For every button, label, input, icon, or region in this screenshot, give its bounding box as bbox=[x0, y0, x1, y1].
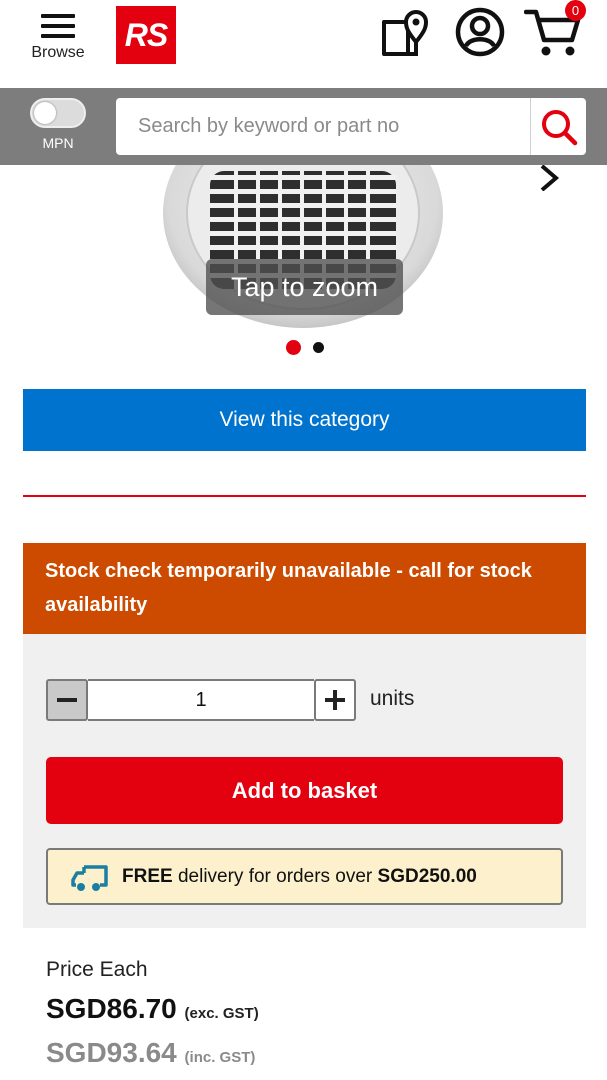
view-category-button[interactable]: View this category bbox=[23, 389, 586, 451]
add-to-basket-button[interactable]: Add to basket bbox=[46, 757, 563, 824]
mpn-toggle-label: MPN bbox=[42, 135, 74, 151]
browse-label: Browse bbox=[31, 44, 85, 61]
tap-to-zoom-tooltip: Tap to zoom bbox=[206, 259, 403, 315]
price-inc-gst: SGD93.64 (inc. GST) bbox=[46, 1037, 255, 1069]
units-label: units bbox=[370, 687, 415, 710]
delivery-threshold: SGD250.00 bbox=[377, 865, 477, 887]
minus-icon bbox=[57, 698, 77, 702]
logo-text: RS bbox=[124, 16, 168, 53]
toggle-knob bbox=[34, 102, 56, 124]
top-header: Browse RS 0 bbox=[0, 0, 607, 88]
purchase-panel: units Add to basket FREE delivery for or… bbox=[23, 634, 586, 928]
product-image-carousel[interactable]: Tap to zoom bbox=[0, 165, 607, 380]
search-button[interactable] bbox=[530, 98, 586, 155]
search-bar: MPN bbox=[0, 88, 607, 165]
price-exc-note: (exc. GST) bbox=[184, 1005, 259, 1022]
quantity-input[interactable] bbox=[88, 679, 314, 721]
store-locator-icon[interactable] bbox=[378, 6, 432, 60]
plus-icon bbox=[325, 690, 345, 710]
search-input[interactable] bbox=[116, 98, 530, 155]
mpn-toggle[interactable] bbox=[30, 98, 86, 128]
account-icon[interactable] bbox=[454, 6, 506, 58]
browse-menu-button[interactable]: Browse bbox=[24, 10, 92, 62]
delivery-truck-icon bbox=[71, 864, 108, 891]
free-delivery-notice: FREE delivery for orders over SGD250.00 bbox=[46, 848, 563, 905]
menu-icon bbox=[41, 14, 75, 38]
price-exc-gst: SGD86.70 (exc. GST) bbox=[46, 993, 259, 1025]
delivery-text: FREE delivery for orders over SGD250.00 bbox=[122, 866, 477, 888]
quantity-increase-button[interactable] bbox=[314, 679, 356, 721]
price-exc-value: SGD86.70 bbox=[46, 993, 177, 1024]
cart-count-badge: 0 bbox=[565, 0, 586, 21]
carousel-dot-active[interactable] bbox=[286, 340, 301, 355]
search-icon bbox=[541, 109, 577, 145]
rs-logo[interactable]: RS bbox=[116, 6, 176, 64]
carousel-next-arrow[interactable] bbox=[536, 165, 562, 191]
carousel-dot[interactable] bbox=[313, 342, 324, 353]
section-divider bbox=[23, 495, 586, 497]
delivery-free-label: FREE bbox=[122, 865, 173, 887]
price-inc-note: (inc. GST) bbox=[184, 1049, 256, 1066]
delivery-middle-text: delivery for orders over bbox=[172, 865, 378, 887]
quantity-decrease-button[interactable] bbox=[46, 679, 88, 721]
price-inc-value: SGD93.64 bbox=[46, 1037, 177, 1068]
price-each-label: Price Each bbox=[46, 958, 148, 981]
stock-status-banner: Stock check temporarily unavailable - ca… bbox=[23, 543, 586, 634]
